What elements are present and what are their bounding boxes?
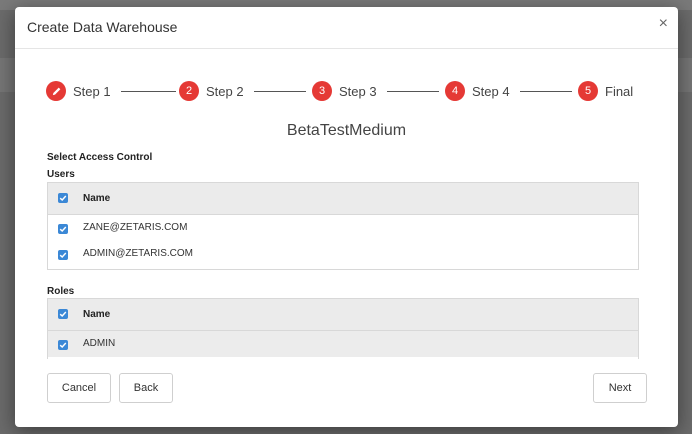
users-name-column-header: Name [83, 193, 111, 204]
access-control-heading: Select Access Control [47, 152, 153, 163]
dialog-title: Create Data Warehouse [27, 19, 178, 35]
cancel-button[interactable]: Cancel [47, 373, 111, 403]
step-label: Step 3 [339, 83, 377, 99]
step-connector [254, 91, 306, 92]
back-button[interactable]: Back [119, 373, 173, 403]
users-table-header: Name [48, 183, 638, 215]
table-row[interactable]: ADMIN@ZETARIS.COM [48, 241, 638, 267]
row-checkbox[interactable] [58, 224, 68, 234]
step-4[interactable]: 4 Step 4 [445, 80, 510, 102]
step-label: Final [605, 83, 634, 99]
select-all-users-checkbox[interactable] [58, 193, 68, 203]
step-number-badge: 4 [445, 81, 465, 101]
table-row[interactable]: ZANE@ZETARIS.COM [48, 215, 638, 241]
pencil-icon [46, 81, 66, 101]
table-row[interactable]: ADMIN [48, 331, 638, 357]
user-name: ZANE@ZETARIS.COM [83, 222, 188, 233]
step-connector [520, 91, 572, 92]
wizard-stepper: Step 1 2 Step 2 3 Step 3 4 Step 4 5 Fina… [46, 80, 636, 102]
step-label: Step 4 [472, 83, 510, 99]
roles-name-column-header: Name [83, 309, 111, 320]
step-1[interactable]: Step 1 [46, 80, 111, 102]
roles-table-header: Name [48, 299, 638, 331]
next-button[interactable]: Next [593, 373, 647, 403]
user-name: ADMIN@ZETARIS.COM [83, 248, 193, 259]
warehouse-name: BetaTestMedium [286, 122, 407, 139]
roles-label: Roles [47, 286, 75, 297]
step-number-badge: 2 [179, 81, 199, 101]
step-label: Step 2 [206, 83, 244, 99]
row-checkbox[interactable] [58, 340, 68, 350]
row-checkbox[interactable] [58, 250, 68, 260]
role-name: ADMIN [83, 338, 116, 349]
step-connector [387, 91, 439, 92]
close-button[interactable]: × [659, 16, 668, 32]
step-2[interactable]: 2 Step 2 [179, 80, 244, 102]
select-all-roles-checkbox[interactable] [58, 309, 68, 319]
roles-table: Name ADMIN [47, 298, 639, 359]
dialog-header: Create Data Warehouse × [15, 7, 678, 49]
users-table: Name ZANE@ZETARIS.COM ADMIN@ZETARIS.COM [47, 182, 639, 270]
users-label: Users [47, 169, 75, 180]
step-connector [121, 91, 176, 92]
create-warehouse-dialog: Create Data Warehouse × Step 1 2 Step 2 … [15, 7, 678, 427]
step-label: Step 1 [73, 83, 111, 99]
step-number-badge: 5 [578, 81, 598, 101]
step-3[interactable]: 3 Step 3 [312, 80, 377, 102]
step-final[interactable]: 5 Final [578, 80, 633, 102]
step-number-badge: 3 [312, 81, 332, 101]
